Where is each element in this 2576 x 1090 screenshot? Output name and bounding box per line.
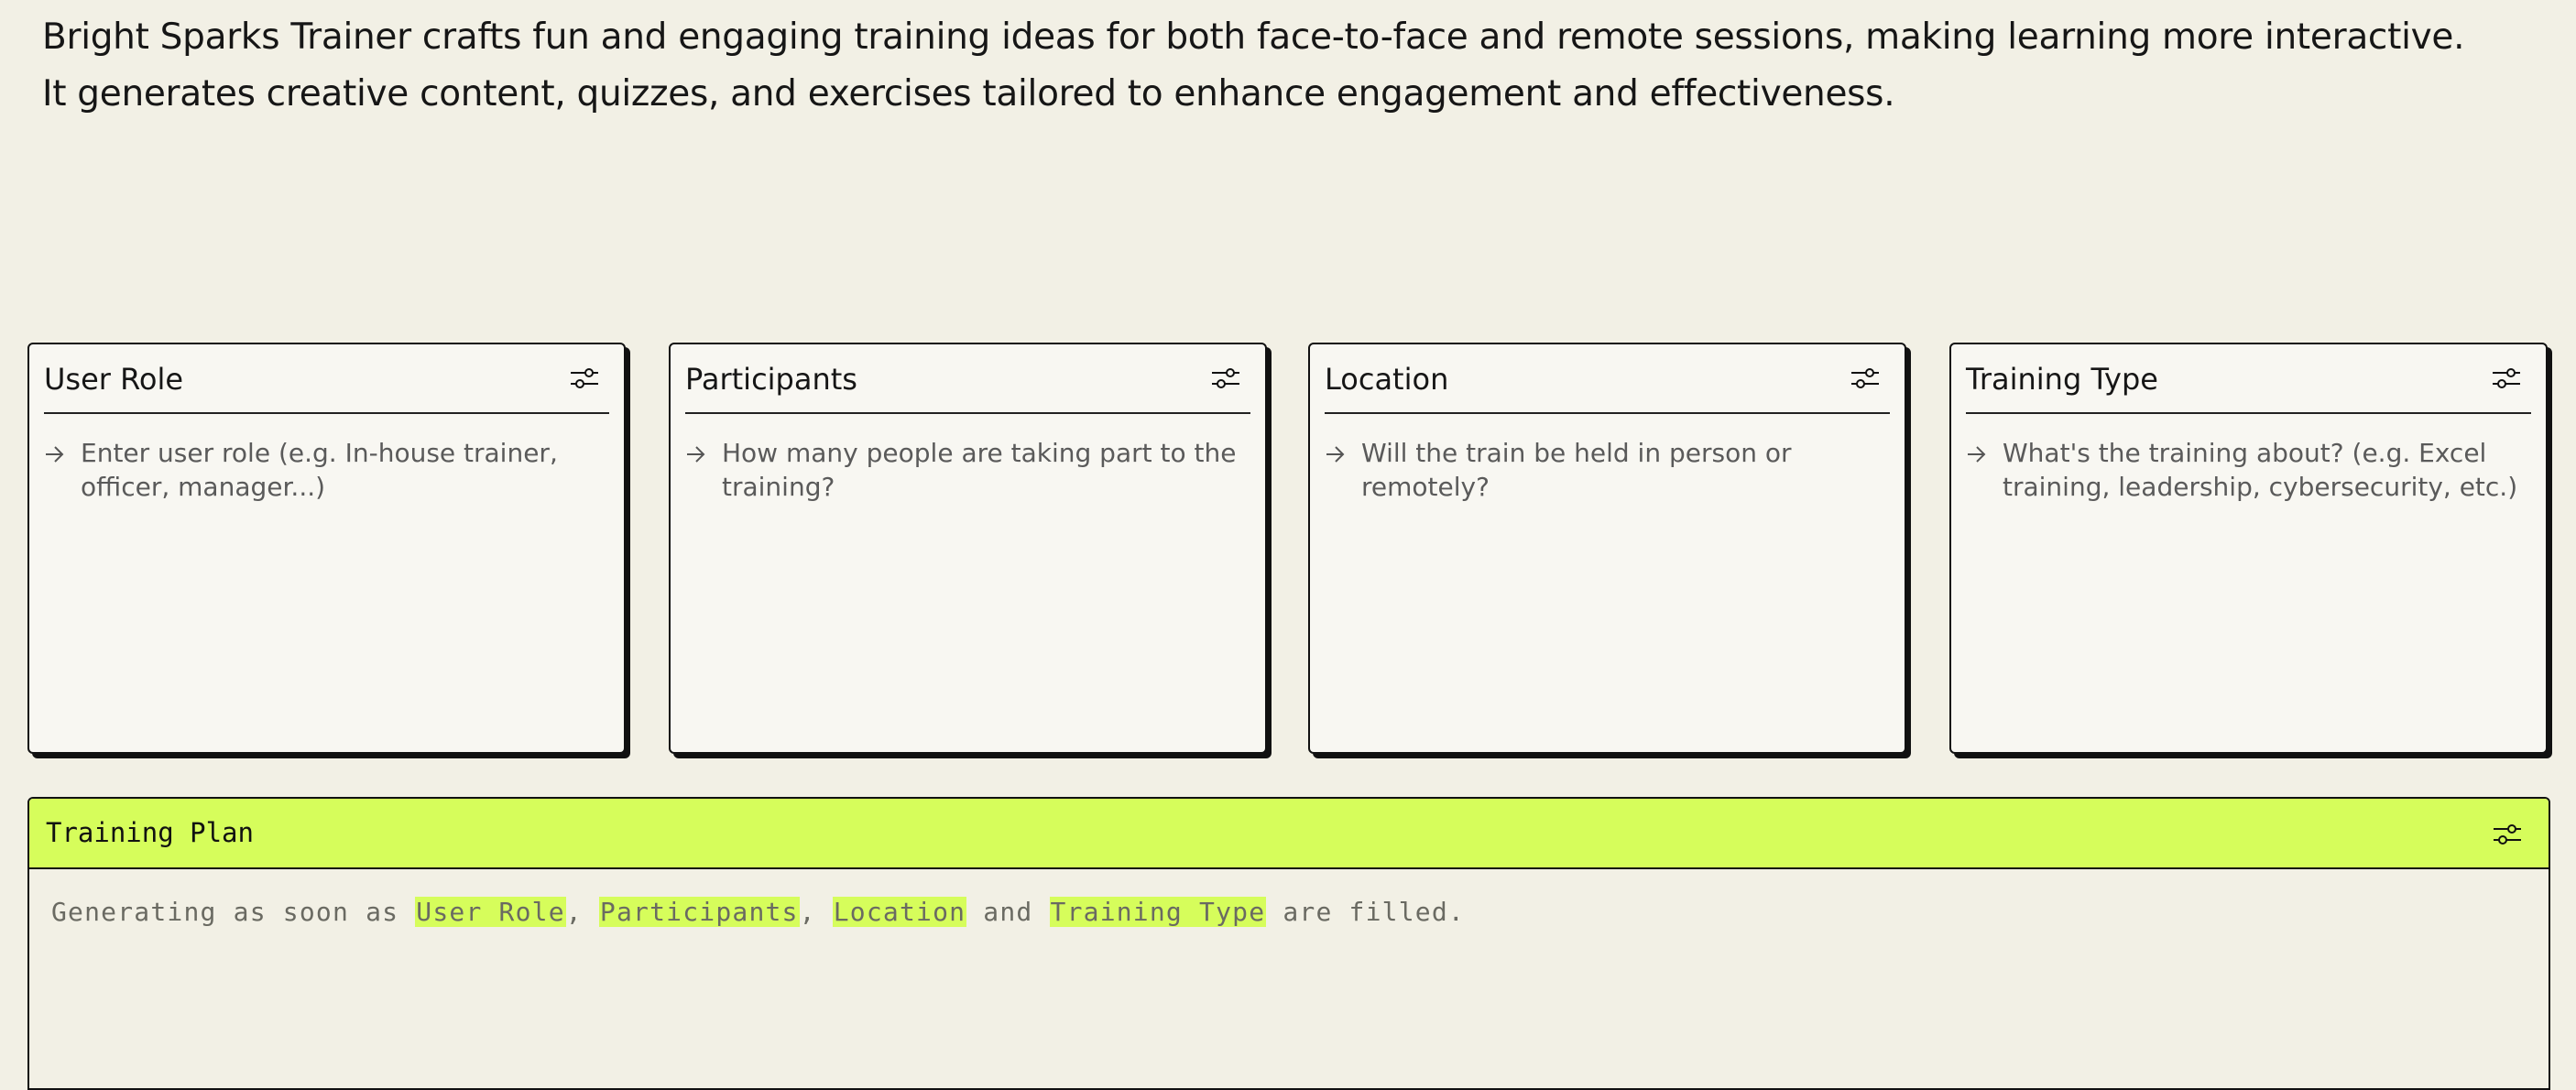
card-title: Location xyxy=(1325,362,1449,397)
user-role-input[interactable]: Enter user role (e.g. In-house trainer, … xyxy=(44,436,611,504)
input-placeholder: What's the training about? (e.g. Excel t… xyxy=(2003,438,2518,502)
card-title: Training Type xyxy=(1966,362,2158,397)
arrow-right-icon xyxy=(685,436,709,504)
arrow-right-icon xyxy=(44,436,68,504)
plan-title: Training Plan xyxy=(46,817,254,848)
training-plan-panel: Training Plan Generating as soon as User… xyxy=(27,797,2550,1090)
sliders-icon[interactable] xyxy=(1210,365,1241,392)
plan-header: Training Plan xyxy=(29,799,2549,869)
field-tag-location: Location xyxy=(832,897,967,927)
sliders-icon[interactable] xyxy=(2492,821,2523,848)
location-input[interactable]: Will the train be held in person or remo… xyxy=(1325,436,1892,504)
card-header: Participants xyxy=(685,344,1250,414)
sliders-icon[interactable] xyxy=(2491,365,2522,392)
participants-input[interactable]: How many people are taking part to the t… xyxy=(685,436,1252,504)
sliders-icon[interactable] xyxy=(1850,365,1881,392)
input-placeholder: How many people are taking part to the t… xyxy=(722,438,1237,502)
card-title: User Role xyxy=(44,362,184,397)
card-header: Training Type xyxy=(1966,344,2531,414)
field-tag-user-role: User Role xyxy=(415,897,566,927)
app-description: Bright Sparks Trainer crafts fun and eng… xyxy=(42,16,2465,114)
field-tag-training-type: Training Type xyxy=(1049,897,1267,927)
training-type-card[interactable]: Training Type What's the training about?… xyxy=(1949,343,2548,754)
card-title: Participants xyxy=(685,362,857,397)
training-type-input[interactable]: What's the training about? (e.g. Excel t… xyxy=(1966,436,2533,504)
arrow-right-icon xyxy=(1966,436,1990,504)
sliders-icon[interactable] xyxy=(569,365,600,392)
user-role-card[interactable]: User Role Enter user role (e.g. In-house… xyxy=(27,343,626,754)
input-placeholder: Enter user role (e.g. In-house trainer, … xyxy=(81,438,558,502)
status-text: are filled. xyxy=(1266,897,1465,927)
plan-status: Generating as soon as User Role, Partici… xyxy=(51,894,1465,931)
status-text: Generating as soon as xyxy=(51,897,416,927)
field-tag-participants: Participants xyxy=(598,897,800,927)
arrow-right-icon xyxy=(1325,436,1348,504)
location-card[interactable]: Location Will the train be held in perso… xyxy=(1308,343,1906,754)
input-placeholder: Will the train be held in person or remo… xyxy=(1361,438,1792,502)
card-header: Location xyxy=(1325,344,1890,414)
separator: , xyxy=(799,897,833,927)
conjunction: and xyxy=(966,897,1050,927)
card-header: User Role xyxy=(44,344,609,414)
separator: , xyxy=(565,897,599,927)
participants-card[interactable]: Participants How many people are taking … xyxy=(669,343,1267,754)
